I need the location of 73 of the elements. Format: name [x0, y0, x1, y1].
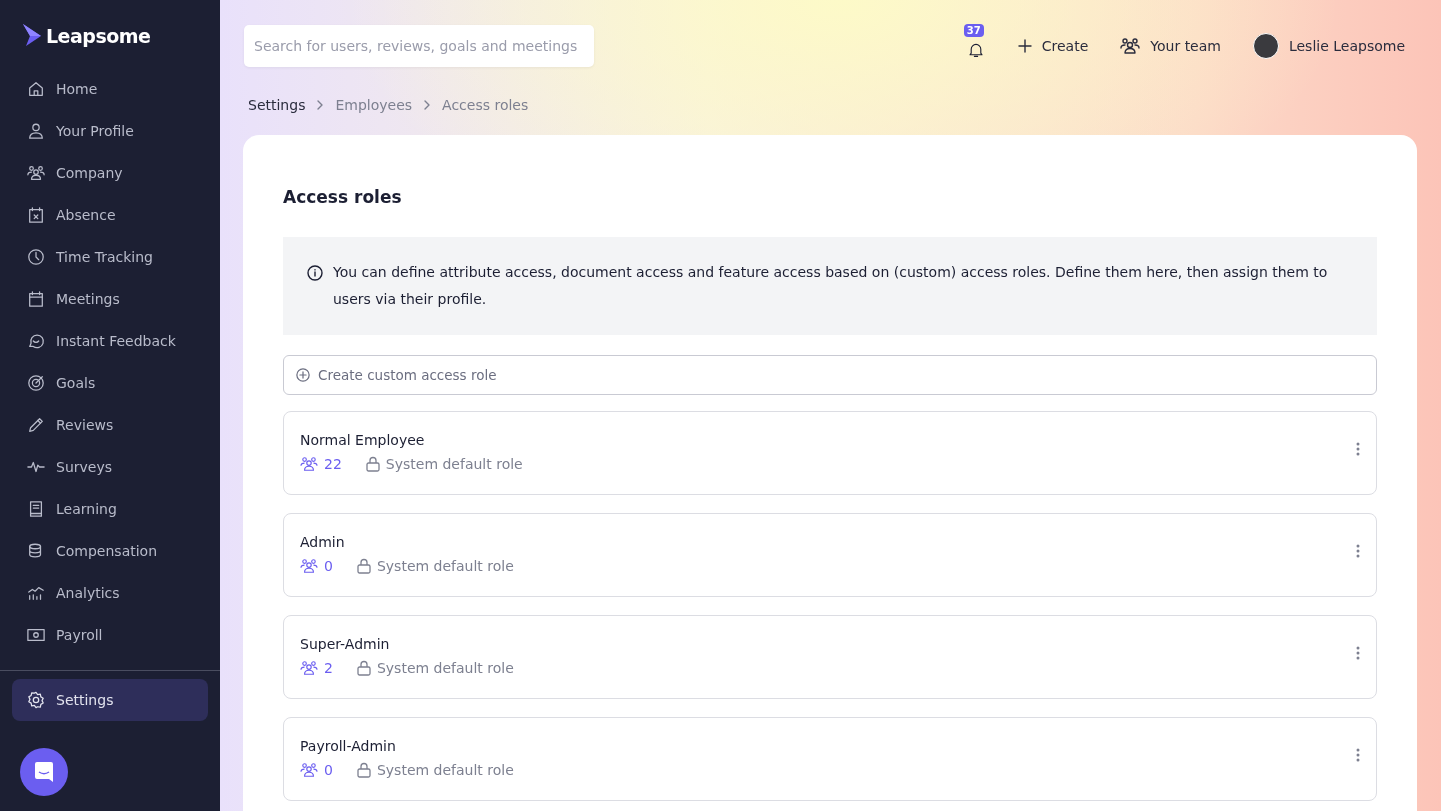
clock-icon	[27, 248, 45, 266]
logo-icon	[22, 24, 42, 48]
home-icon	[27, 80, 45, 98]
plus-icon	[1017, 39, 1032, 53]
lock-icon	[356, 762, 371, 778]
chat-icon	[32, 760, 56, 784]
plus-circle-icon	[296, 368, 310, 382]
breadcrumb-link[interactable]: Settings	[248, 97, 306, 113]
role-name: Super-Admin	[300, 636, 391, 652]
calendar-icon	[27, 290, 45, 308]
sidebar-item[interactable]: Time Tracking	[12, 236, 208, 278]
notification-badge: 37	[963, 24, 984, 37]
page-title: Access roles	[283, 187, 403, 207]
gear-icon	[27, 691, 45, 709]
banknote-icon	[27, 626, 45, 644]
team-button[interactable]: Your team	[1120, 37, 1221, 55]
sidebar-item[interactable]: Reviews	[12, 404, 208, 446]
role-name: Normal Employee	[300, 432, 426, 448]
sidebar-item[interactable]: Payroll	[12, 614, 208, 656]
sidebar-item[interactable]: Meetings	[12, 278, 208, 320]
target-icon	[27, 374, 45, 392]
user-count: 2	[324, 660, 333, 676]
role-type: System default role	[385, 456, 523, 472]
sidebar-item[interactable]: Goals	[12, 362, 208, 404]
book-icon	[27, 500, 45, 518]
person-icon	[27, 122, 45, 140]
user-count: 22	[324, 456, 342, 472]
sidebar-item[interactable]: Company	[12, 152, 208, 194]
role-type: System default role	[376, 558, 514, 574]
people-icon	[27, 164, 45, 182]
chat-button[interactable]	[20, 748, 68, 796]
sidebar-item[interactable]: Home	[12, 68, 208, 110]
create-role-button[interactable]: Create custom access role	[283, 355, 1377, 395]
lock-icon	[356, 660, 371, 676]
sidebar-item[interactable]: Absence	[12, 194, 208, 236]
chevron-icon	[424, 100, 431, 110]
user-count: 0	[324, 558, 333, 574]
pencil-icon	[27, 416, 45, 434]
avatar	[1252, 33, 1279, 59]
role-name: Admin	[300, 534, 346, 550]
role-type: System default role	[376, 660, 514, 676]
chevron-icon	[317, 100, 324, 110]
people-icon	[300, 558, 318, 574]
sidebar-item[interactable]: Surveys	[12, 446, 208, 488]
search-field[interactable]: Search for users, reviews, goals and meetings	[244, 25, 594, 67]
people-icon	[300, 456, 318, 472]
more-icon[interactable]	[1356, 646, 1360, 660]
chat-bubble-icon	[27, 332, 45, 350]
more-icon[interactable]	[1356, 442, 1360, 456]
people-icon	[1120, 37, 1141, 55]
logo-text: Leapsome	[46, 25, 151, 47]
chart-icon	[27, 584, 45, 602]
more-icon[interactable]	[1356, 544, 1360, 558]
sidebar-item[interactable]: Learning	[12, 488, 208, 530]
info-text: You can define attribute access, document access and feature access based on (custom) access roles. Define them here, then assign them to users via their profile.	[333, 263, 1329, 309]
more-icon[interactable]	[1356, 748, 1360, 762]
sidebar-item[interactable]: Analytics	[12, 572, 208, 614]
role-type: System default role	[376, 762, 514, 778]
sidebar-item[interactable]: Your Profile	[12, 110, 208, 152]
sidebar-item[interactable]: Instant Feedback	[12, 320, 208, 362]
lock-icon	[365, 456, 380, 472]
sidebar-item[interactable]: Settings	[12, 679, 208, 721]
people-icon	[300, 762, 318, 778]
sidebar-item[interactable]: Compensation	[12, 530, 208, 572]
user-count: 0	[324, 762, 333, 778]
lock-icon	[356, 558, 371, 574]
calendar-x-icon	[27, 206, 45, 224]
people-icon	[300, 660, 318, 676]
create-button[interactable]: Create	[1017, 38, 1089, 54]
info-icon	[307, 265, 323, 281]
role-name: Payroll-Admin	[300, 738, 397, 754]
user-menu[interactable]: Leslie Leapsome	[1252, 33, 1405, 59]
bell-icon	[967, 42, 984, 58]
